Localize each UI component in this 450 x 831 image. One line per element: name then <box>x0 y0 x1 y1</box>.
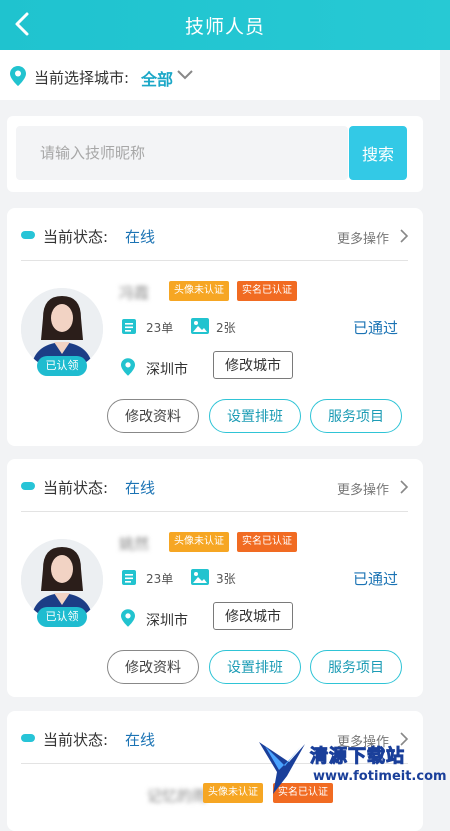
photo-count: 2张 <box>216 321 236 335</box>
claimed-badge: 已认领 <box>37 607 87 627</box>
top-app-bar: 技师人员 <box>0 0 450 50</box>
orders-clipboard-icon <box>122 570 136 585</box>
status-indicator-icon <box>21 734 35 742</box>
photos-image-icon <box>191 569 209 585</box>
technician-card: 当前状态: 在线 更多操作 已认领 姚然 头像未认证 实名已认证 23单 3张 … <box>7 459 423 697</box>
edit-city-button[interactable]: 修改城市 <box>213 351 293 379</box>
status-value: 在线 <box>125 228 156 246</box>
status-value: 在线 <box>125 479 156 497</box>
city-selector-bar[interactable]: 当前选择城市: 全部 <box>0 50 440 100</box>
order-count: 23单 <box>146 321 174 335</box>
status-label: 当前状态: <box>43 731 109 749</box>
photo-count: 3张 <box>216 572 236 586</box>
claimed-badge: 已认领 <box>37 356 87 376</box>
technician-city: 深圳市 <box>146 362 188 378</box>
city-selector-label: 当前选择城市: <box>34 69 130 87</box>
location-pin-icon <box>121 609 135 627</box>
realname-verified-tag: 实名已认证 <box>237 532 297 552</box>
chevron-right-icon[interactable] <box>399 480 409 494</box>
technician-card: 当前状态: 在线 更多操作 已认领 冯霞 头像未认证 实名已认证 23单 2张 … <box>7 208 423 446</box>
chevron-down-icon[interactable] <box>176 69 194 81</box>
watermark-logo-icon <box>259 742 305 794</box>
site-watermark: 清源下载站 www.fotimeit.com <box>255 736 450 800</box>
service-items-button[interactable]: 服务项目 <box>310 650 402 684</box>
edit-profile-button[interactable]: 修改资料 <box>107 399 199 433</box>
watermark-brand: 清源下载站 <box>310 746 405 768</box>
status-label: 当前状态: <box>43 479 109 497</box>
page-title: 技师人员 <box>184 16 265 38</box>
realname-verified-tag: 实名已认证 <box>237 281 297 301</box>
chevron-right-icon[interactable] <box>399 229 409 243</box>
technician-name: 姚然 <box>119 535 150 553</box>
set-schedule-button[interactable]: 设置排班 <box>209 650 301 684</box>
city-selector-value[interactable]: 全部 <box>141 66 173 90</box>
avatar-unverified-tag: 头像未认证 <box>203 783 263 803</box>
location-pin-icon <box>121 358 135 376</box>
approval-status: 已通过 <box>353 570 399 588</box>
set-schedule-button[interactable]: 设置排班 <box>209 399 301 433</box>
photos-image-icon <box>191 318 209 334</box>
technician-name: 冯霞 <box>119 284 150 302</box>
avatar-unverified-tag: 头像未认证 <box>169 281 229 301</box>
order-count: 23单 <box>146 572 174 586</box>
technician-city: 深圳市 <box>146 613 188 629</box>
status-label: 当前状态: <box>43 228 109 246</box>
more-operations-link[interactable]: 更多操作 <box>337 479 389 498</box>
approval-status: 已通过 <box>353 319 399 337</box>
orders-clipboard-icon <box>122 319 136 334</box>
service-items-button[interactable]: 服务项目 <box>310 399 402 433</box>
watermark-url: www.fotimeit.com <box>313 769 447 784</box>
more-operations-link[interactable]: 更多操作 <box>337 228 389 247</box>
location-pin-icon <box>10 66 26 86</box>
technician-name: 记忆的雨 <box>147 787 208 805</box>
edit-city-button[interactable]: 修改城市 <box>213 602 293 630</box>
search-card: 搜索 <box>7 116 423 192</box>
search-button[interactable]: 搜索 <box>349 126 407 180</box>
avatar-unverified-tag: 头像未认证 <box>169 532 229 552</box>
status-value: 在线 <box>125 731 156 749</box>
status-indicator-icon <box>21 482 35 490</box>
search-input[interactable] <box>16 126 348 180</box>
divider <box>21 260 408 261</box>
edit-profile-button[interactable]: 修改资料 <box>107 650 199 684</box>
divider <box>21 511 408 512</box>
status-indicator-icon <box>21 231 35 239</box>
